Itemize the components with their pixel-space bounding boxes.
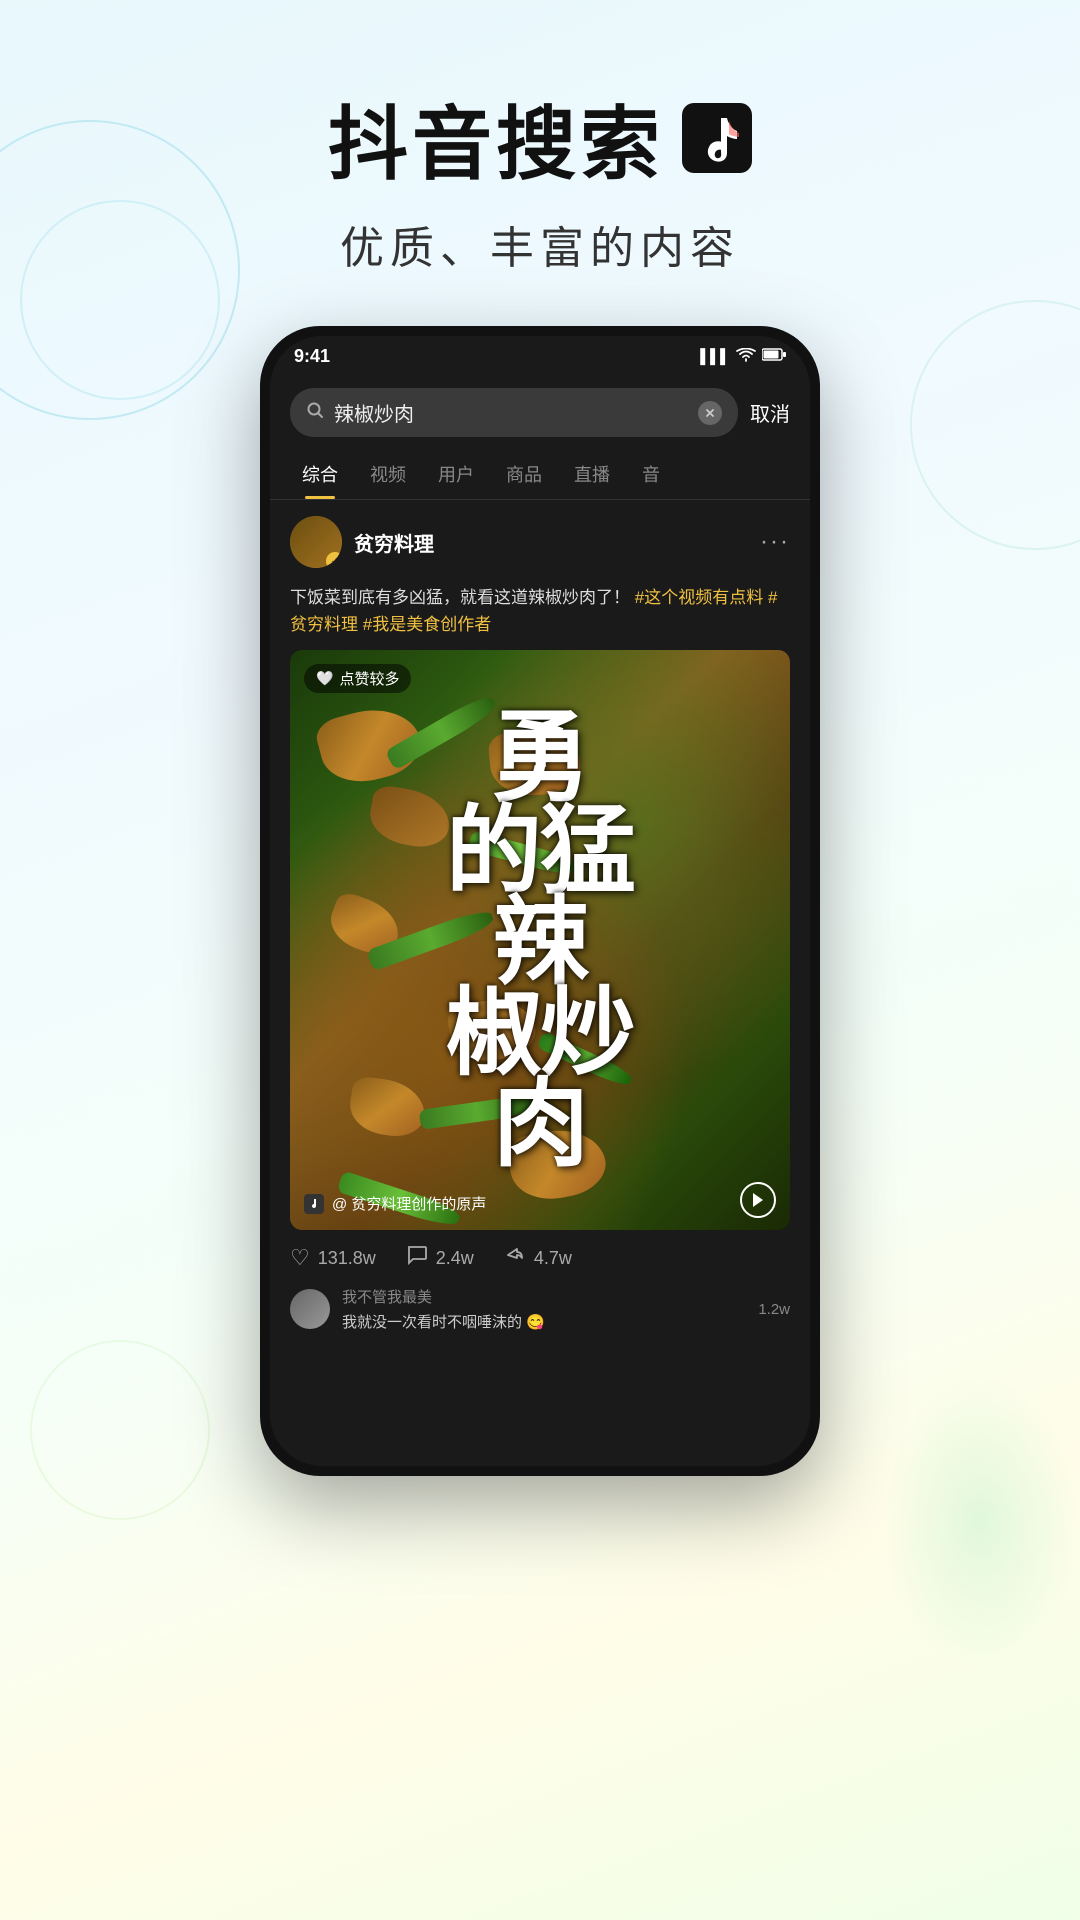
cancel-button[interactable]: 取消	[750, 398, 790, 427]
share-icon	[504, 1244, 526, 1272]
comment-text: 我就没一次看时不咽唾沫的 😋	[342, 1311, 545, 1332]
interaction-bar: ♡ 131.8w 2.4w	[270, 1230, 810, 1286]
tab-用户[interactable]: 用户	[422, 449, 490, 499]
tiktok-note-icon	[304, 1194, 324, 1214]
likes-badge: 🤍 点赞较多	[304, 664, 411, 693]
comment-preview: 我不管我最美 我就没一次看时不咽唾沫的 😋 1.2w	[270, 1286, 810, 1342]
comment-count: 2.4w	[436, 1248, 474, 1269]
comment-count-right: 1.2w	[758, 1301, 790, 1318]
comment-interaction[interactable]: 2.4w	[406, 1244, 474, 1272]
video-title-text: 勇	[491, 711, 589, 806]
content-area: ✓ 贫穷料理 ··· 下饭菜到底有多凶猛，就看这道辣椒炒肉了！ #这个视频有点料…	[270, 500, 810, 1466]
video-line4: 椒炒	[446, 988, 634, 1079]
commenter-avatar	[290, 1289, 330, 1329]
status-icons: ▌▌▌	[700, 348, 786, 365]
hashtag-3[interactable]: #我是美食创作者	[363, 615, 491, 634]
share-interaction[interactable]: 4.7w	[504, 1244, 572, 1272]
video-line3: 辣	[493, 897, 587, 988]
commenter-name: 我不管我最美	[342, 1286, 545, 1307]
heart-icon: ♡	[290, 1245, 310, 1271]
video-subtitle-text: 的猛	[446, 806, 634, 897]
main-title-container: 抖音搜索	[0, 80, 1080, 196]
user-avatar[interactable]: ✓	[290, 516, 342, 568]
video-container[interactable]: 勇 的猛 辣 椒炒 肉 🤍 点赞较多	[290, 650, 790, 1230]
video-line5: 肉	[493, 1079, 587, 1170]
video-text-overlay: 勇 的猛 辣 椒炒 肉	[290, 650, 790, 1230]
search-query: 辣椒炒肉	[334, 398, 688, 427]
phone-wrapper: 9:41 ▌▌▌	[0, 326, 1080, 1476]
heart-outline-icon: 🤍	[316, 670, 333, 687]
status-time: 9:41	[294, 346, 330, 367]
comment-icon	[406, 1244, 428, 1272]
tab-商品[interactable]: 商品	[490, 449, 558, 499]
tiktok-icon	[682, 103, 752, 173]
hashtag-1[interactable]: #这个视频有点料	[635, 588, 763, 607]
wifi-icon	[736, 348, 756, 365]
sound-info: @ 贫穷料理创作的原声	[304, 1193, 486, 1214]
post-header: ✓ 贫穷料理 ···	[270, 500, 810, 584]
username[interactable]: 贫穷料理	[354, 528, 434, 557]
post-description: 下饭菜到底有多凶猛，就看这道辣椒炒肉了！ #这个视频有点料 #贫穷料理 #我是美…	[270, 584, 810, 650]
battery-icon	[762, 348, 786, 364]
search-input-wrapper[interactable]: 辣椒炒肉	[290, 388, 738, 437]
like-count: 131.8w	[318, 1248, 376, 1269]
more-options-button[interactable]: ···	[760, 528, 790, 556]
header-section: 抖音搜索 优质、丰富的内容	[0, 0, 1080, 316]
phone-frame: 9:41 ▌▌▌	[260, 326, 820, 1476]
video-background: 勇 的猛 辣 椒炒 肉 🤍 点赞较多	[290, 650, 790, 1230]
tab-综合[interactable]: 综合	[286, 449, 354, 499]
likes-badge-text: 点赞较多	[339, 668, 399, 689]
status-bar: 9:41 ▌▌▌	[270, 336, 810, 376]
signal-icon: ▌▌▌	[700, 348, 730, 364]
search-icon	[306, 401, 324, 424]
tab-视频[interactable]: 视频	[354, 449, 422, 499]
main-title-text: 抖音搜索	[328, 80, 664, 196]
phone-screen: 9:41 ▌▌▌	[270, 336, 810, 1466]
comment-content: 我不管我最美 我就没一次看时不咽唾沫的 😋	[342, 1286, 545, 1332]
tab-直播[interactable]: 直播	[558, 449, 626, 499]
tab-音[interactable]: 音	[626, 449, 676, 499]
sound-label: @ 贫穷料理创作的原声	[332, 1193, 486, 1214]
share-count: 4.7w	[534, 1248, 572, 1269]
search-bar: 辣椒炒肉 取消	[270, 376, 810, 449]
verified-badge: ✓	[326, 552, 342, 568]
post-user: ✓ 贫穷料理	[290, 516, 434, 568]
like-interaction[interactable]: ♡ 131.8w	[290, 1245, 376, 1271]
tab-bar: 综合 视频 用户 商品 直播 音	[270, 449, 810, 500]
search-clear-button[interactable]	[698, 401, 722, 425]
subtitle-text: 优质、丰富的内容	[0, 212, 1080, 276]
post-desc-text: 下饭菜到底有多凶猛，就看这道辣椒炒肉了！	[290, 588, 630, 607]
